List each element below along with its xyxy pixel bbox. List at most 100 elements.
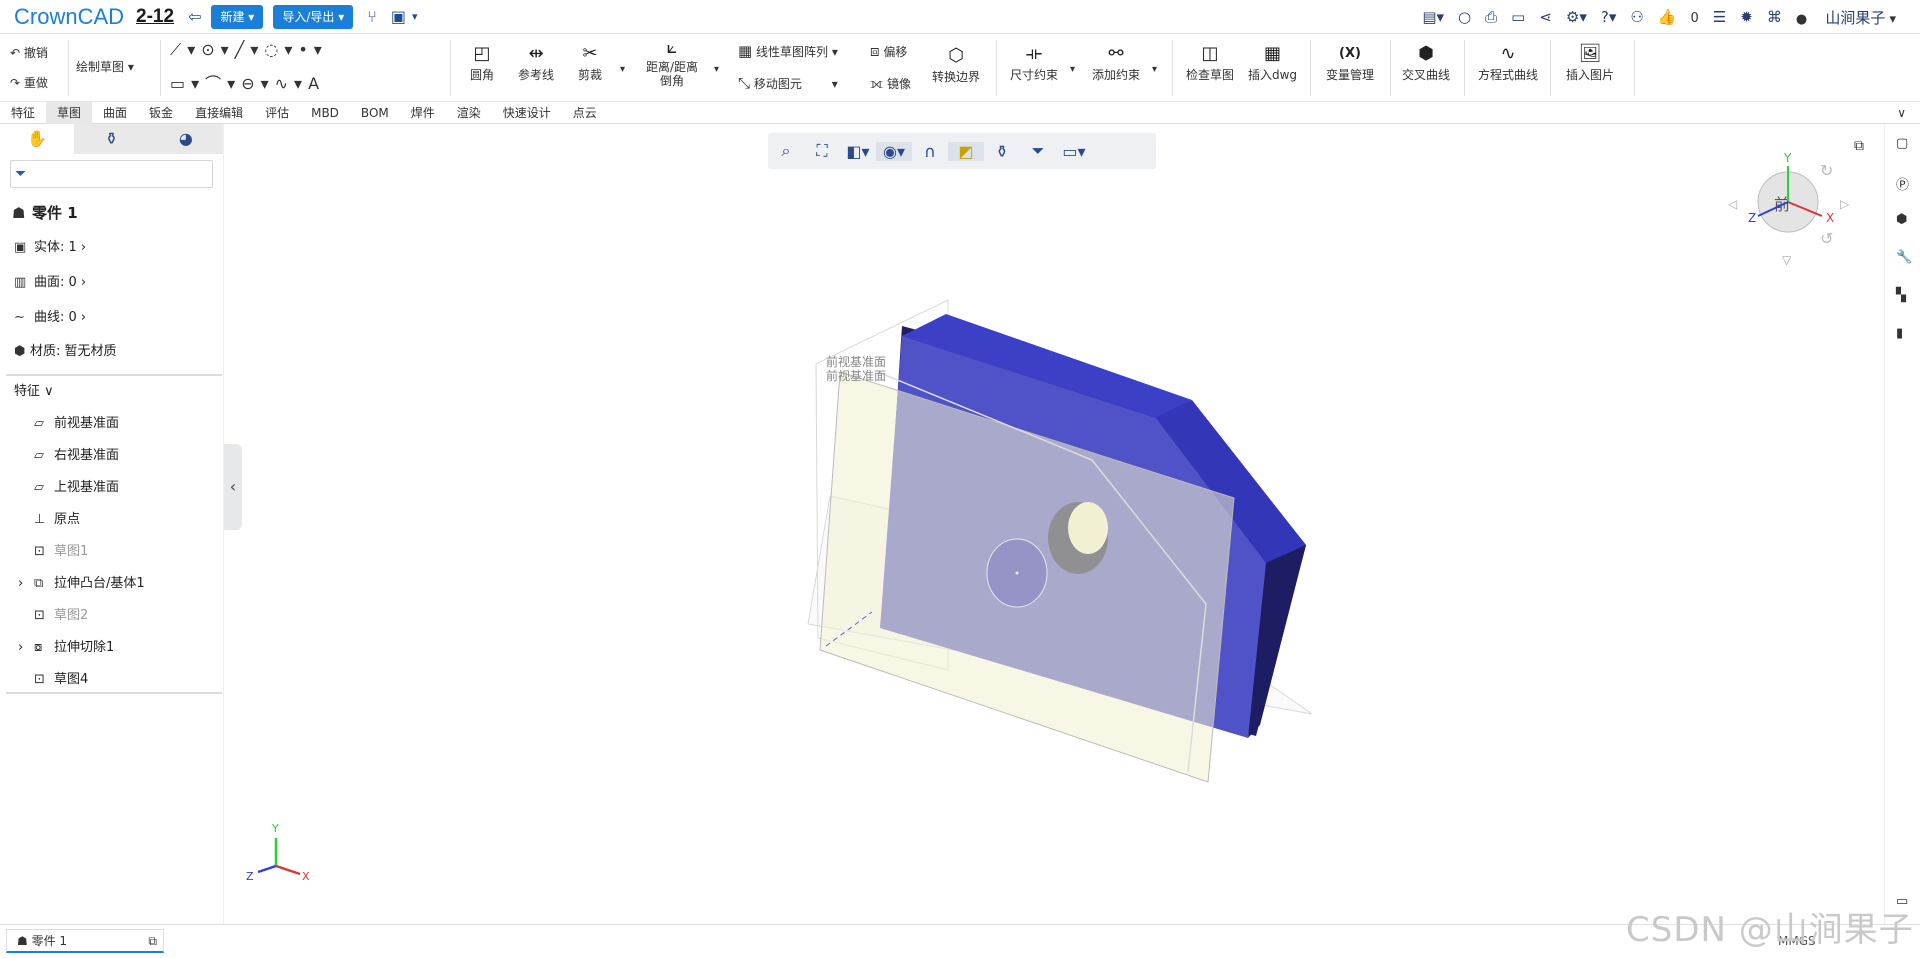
tab-sketch[interactable]: 草图: [46, 101, 93, 124]
circle-icon[interactable]: ⊙: [201, 40, 220, 59]
like-button[interactable]: 👍 0: [1658, 8, 1699, 26]
material-row[interactable]: ⬢ 材质: 暂无材质: [14, 340, 117, 359]
tree-item-extrude-boss[interactable]: › ⧉ 拉伸凸台/基体1: [18, 572, 145, 591]
tree-item-right-plane[interactable]: ⏥ 右视基准面: [34, 444, 119, 463]
rectangle-icon[interactable]: ▭: [170, 74, 191, 93]
document-name[interactable]: 2-12: [136, 6, 174, 28]
dimension-constraint-button[interactable]: ⟛ 尺寸约束: [1010, 42, 1058, 83]
insert-image-button[interactable]: 🖼 插入图片: [1566, 42, 1614, 83]
branch-icon[interactable]: ⑂: [367, 7, 377, 26]
tree-item-extrude-cut[interactable]: › ⧇ 拉伸切除1: [18, 636, 114, 655]
view-cube[interactable]: 前 Y X Z ◁ ▷ ▽ ↻ ↺: [1716, 140, 1862, 270]
insert-dwg-button[interactable]: ▦ 插入dwg: [1248, 42, 1297, 83]
check-sketch-button[interactable]: ◫ 检查草图: [1186, 42, 1234, 83]
parameters-icon[interactable]: Ⓟ: [1896, 174, 1909, 193]
move-dropdown-chevron-icon[interactable]: ▾: [832, 77, 838, 91]
offset-button[interactable]: ⧈ 偏移: [870, 42, 907, 60]
linear-pattern-button[interactable]: ▦ 线性草图阵列 ▾: [738, 42, 838, 60]
surfaces-row[interactable]: ▥ 曲面: 0 ›: [14, 271, 86, 290]
tree-structure-icon[interactable]: ⚇: [1630, 8, 1643, 26]
add-constraint-button[interactable]: ⚯ 添加约束: [1092, 42, 1140, 83]
printer-icon[interactable]: ⎙: [1485, 8, 1497, 26]
3d-viewport[interactable]: 前视基准面 前视基准面: [242, 124, 1884, 924]
extensions-icon[interactable]: ⌘: [1767, 8, 1782, 26]
features-header[interactable]: 特征 ∨: [14, 380, 54, 399]
tree-item-sketch4[interactable]: ⊡ 草图4: [34, 668, 88, 687]
screen-icon[interactable]: ▭: [1511, 8, 1525, 26]
tab-point-cloud[interactable]: 点云: [562, 102, 608, 124]
tab-evaluate[interactable]: 评估: [254, 102, 300, 124]
feature-tree-tab-icon[interactable]: ✋: [0, 124, 75, 154]
tab-mbd[interactable]: MBD: [300, 102, 350, 124]
model-icon[interactable]: ⬢: [1896, 212, 1907, 227]
appearance-grid-icon[interactable]: ▚: [1896, 288, 1906, 303]
dashed-circle-icon[interactable]: ◌: [264, 40, 284, 59]
appearance-tab-icon[interactable]: ◕: [149, 124, 223, 154]
rotate-down-icon[interactable]: ▽: [1782, 253, 1792, 267]
expand-chevron-icon[interactable]: ›: [18, 576, 34, 591]
intersection-curve-button[interactable]: ⬢ 交叉曲线: [1402, 42, 1450, 83]
settings-gear-icon[interactable]: ⚙▾: [1566, 8, 1587, 26]
sketch-mode-dropdown[interactable]: 绘制草图 ▾: [76, 58, 134, 75]
tab-weldment[interactable]: 焊件: [400, 102, 446, 124]
rotate-ccw-arrow-icon[interactable]: ↺: [1820, 229, 1833, 248]
equation-curve-button[interactable]: ∿ 方程式曲线: [1478, 42, 1538, 83]
spline-icon[interactable]: ∿: [275, 74, 294, 93]
expand-chevron-icon[interactable]: ›: [18, 640, 34, 655]
share-icon[interactable]: ⋖: [1539, 8, 1552, 26]
property-tab-icon[interactable]: ⚱: [74, 124, 148, 154]
point-icon[interactable]: •: [298, 40, 313, 59]
move-entity-button[interactable]: ⤡ 移动图元 ▾: [738, 74, 838, 92]
user-menu[interactable]: ● 山涧果子 ▾: [1796, 7, 1896, 28]
help-icon[interactable]: ?▾: [1601, 8, 1617, 26]
trim-dropdown-chevron-icon[interactable]: ▾: [620, 64, 625, 75]
chamfer-dropdown-chevron-icon[interactable]: ▾: [714, 64, 719, 75]
collapse-ribbon-chevron-icon[interactable]: ∨: [1897, 106, 1906, 120]
tab-quick-design[interactable]: 快速设计: [492, 102, 562, 124]
tab-render[interactable]: 渲染: [446, 102, 492, 124]
sketch-tools-row1[interactable]: ⟋▾⊙▾╱▾◌▾•▾: [170, 40, 328, 60]
tab-direct-edit[interactable]: 直接编辑: [184, 102, 254, 124]
variable-manager-button[interactable]: (X) 变量管理: [1326, 42, 1374, 83]
document-tab[interactable]: ☗ 零件 1 ⧉: [6, 929, 164, 953]
save-icon[interactable]: ▣: [391, 7, 406, 26]
polyline-icon[interactable]: ⟋: [170, 40, 187, 59]
curves-row[interactable]: ∼ 曲线: 0 ›: [14, 306, 86, 325]
chamfer-button[interactable]: ⟀ 距离/距离 倒角: [646, 36, 698, 88]
undo-button[interactable]: ↶ 撤销: [10, 44, 48, 61]
import-export-button[interactable]: 导入/导出 ▾: [273, 4, 354, 29]
new-button[interactable]: 新建 ▾: [211, 4, 264, 29]
search-icon[interactable]: ○: [1458, 8, 1471, 26]
rotate-right-icon[interactable]: ▷: [1840, 197, 1850, 211]
tree-item-sketch2[interactable]: ⊡ 草图2: [34, 604, 88, 623]
line-icon[interactable]: ╱: [235, 40, 251, 59]
print-setup-icon[interactable]: ▤▾: [1422, 8, 1444, 26]
solids-row[interactable]: ▣ 实体: 1 ›: [14, 236, 86, 255]
restore-window-icon[interactable]: ⧉: [1854, 138, 1864, 154]
book-icon[interactable]: ▮: [1896, 326, 1903, 341]
wrench-icon[interactable]: 🔧: [1896, 250, 1912, 265]
collapse-panel-button[interactable]: ‹: [224, 444, 242, 530]
part-root[interactable]: ☗ 零件 1: [12, 202, 78, 223]
convert-boundary-button[interactable]: ⬡ 转换边界: [932, 44, 980, 85]
rotate-cw-arrow-icon[interactable]: ↻: [1820, 161, 1833, 180]
tab-feature[interactable]: 特征: [0, 102, 46, 124]
tab-surface[interactable]: 曲面: [92, 102, 138, 124]
tree-filter-input[interactable]: ⏷: [10, 160, 213, 188]
rotate-left-icon[interactable]: ◁: [1727, 197, 1737, 211]
tree-item-sketch1[interactable]: ⊡ 草图1: [34, 540, 88, 559]
tree-item-front-plane[interactable]: ⏥ 前视基准面: [34, 412, 119, 431]
tab-window-icon[interactable]: ⧉: [148, 930, 157, 952]
tree-item-origin[interactable]: ⊥ 原点: [34, 508, 80, 527]
tab-bom[interactable]: BOM: [350, 102, 400, 124]
mirror-button[interactable]: ⟗ 镜像: [870, 74, 911, 92]
sketch-tools-row2[interactable]: ▭▾⌒▾⊖▾∿▾A: [170, 70, 325, 94]
arc-icon[interactable]: ⌒: [205, 74, 227, 93]
dimension-dropdown-chevron-icon[interactable]: ▾: [1070, 64, 1075, 75]
ellipse-icon[interactable]: ⊖: [241, 74, 260, 93]
tab-sheet-metal[interactable]: 钣金: [138, 102, 184, 124]
save-dropdown-chevron-icon[interactable]: ▾: [412, 10, 418, 23]
text-icon[interactable]: A: [308, 74, 325, 93]
tree-item-top-plane[interactable]: ⏥ 上视基准面: [34, 476, 119, 495]
reference-line-button[interactable]: ⇹ 参考线: [518, 42, 554, 83]
